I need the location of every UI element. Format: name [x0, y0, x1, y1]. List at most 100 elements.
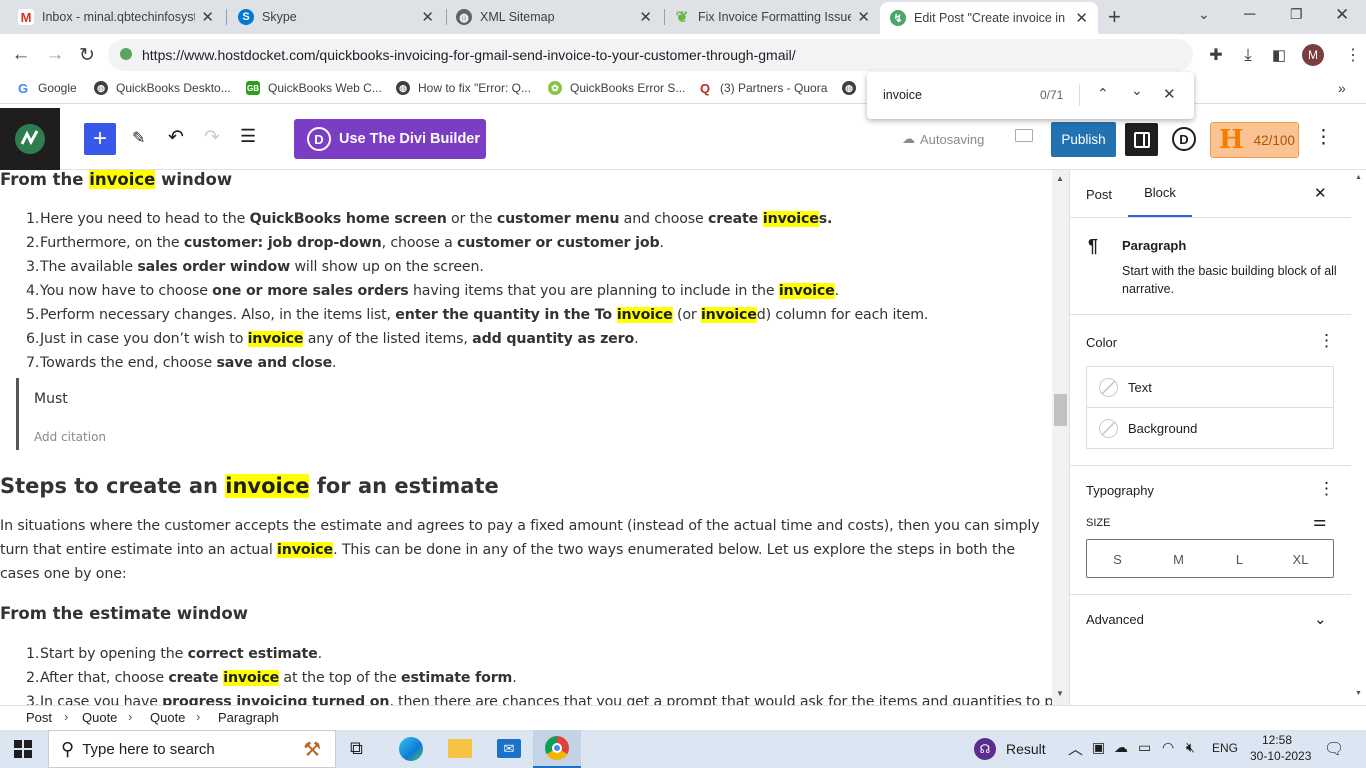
tab-edit-post[interactable]: ↯ Edit Post "Create invoice in Q ✕ [880, 2, 1098, 34]
breadcrumb-quote-inner[interactable]: Quote [150, 710, 185, 725]
bookmarks-overflow-icon[interactable]: » [1338, 80, 1346, 96]
forward-arrow-icon[interactable]: → [42, 42, 68, 68]
paragraph-estimate[interactable]: In situations where the customer accepts… [0, 514, 1052, 586]
tools-pencil-icon[interactable]: ✎ [132, 128, 145, 148]
heading-steps-estimate[interactable]: Steps to create an invoice for an estima… [0, 472, 499, 500]
list-item[interactable]: 4.You now have to choose one or more sal… [26, 279, 928, 303]
clock-date[interactable]: 30-10-2023 [1250, 749, 1311, 763]
scroll-down-icon[interactable]: ▼ [1056, 689, 1064, 698]
chevron-down-icon[interactable]: ⌄ [1314, 610, 1327, 628]
new-tab-plus-icon[interactable]: + [1108, 4, 1121, 30]
restore-icon[interactable]: ❐ [1290, 6, 1303, 23]
size-option-m[interactable]: M [1148, 540, 1209, 578]
address-bar[interactable]: https://www.hostdocket.com/quickbooks-in… [108, 39, 1193, 71]
list-item[interactable]: 2.Furthermore, on the customer: job drop… [26, 231, 928, 255]
divi-builder-button[interactable]: D Use The Divi Builder [294, 119, 486, 159]
minimize-icon[interactable]: ─ [1244, 6, 1255, 24]
breadcrumb-quote[interactable]: Quote [82, 710, 117, 725]
tab-block[interactable]: Block [1128, 170, 1192, 217]
back-arrow-icon[interactable]: ← [8, 42, 34, 68]
find-next-chevron-icon[interactable]: ⌄ [1131, 82, 1143, 99]
language-indicator[interactable]: ENG [1212, 741, 1238, 755]
color-options-icon[interactable]: ⋮ [1318, 331, 1335, 351]
size-option-l[interactable]: L [1209, 540, 1270, 578]
scroll-up-icon[interactable]: ▲ [1355, 174, 1362, 181]
estimate-steps-list[interactable]: 1.Start by opening the correct estimate.… [26, 642, 1052, 705]
bookmark-qb-desktop[interactable]: ◍ QuickBooks Deskto... [94, 81, 231, 95]
profile-avatar[interactable]: M [1302, 44, 1324, 66]
bookmark-google[interactable]: G Google [16, 81, 77, 96]
battery-icon[interactable]: ▭ [1138, 739, 1151, 756]
quote-text[interactable]: Must [34, 391, 68, 407]
wifi-icon[interactable]: ◠ [1162, 739, 1174, 756]
tab-gmail[interactable]: M Inbox - minal.qbtechinfosyst ✕ [8, 0, 224, 34]
download-icon[interactable]: ⤓ [1235, 42, 1261, 68]
invoice-steps-list[interactable]: 1.Here you need to head to the QuickBook… [26, 207, 928, 375]
window-close-icon[interactable]: ✕ [1335, 5, 1349, 25]
reload-icon[interactable]: ↻ [74, 42, 100, 68]
citation-placeholder[interactable]: Add citation [34, 430, 106, 444]
block-inserter-plus-icon[interactable]: + [84, 123, 116, 155]
editor-scrollbar[interactable]: ▲ ▼ [1052, 170, 1069, 705]
heading-from-estimate-window[interactable]: From the estimate window [0, 604, 248, 624]
size-settings-sliders-icon[interactable]: ⚌ [1313, 512, 1326, 530]
site-info-icon[interactable] [120, 48, 132, 60]
settings-sidebar-toggle[interactable] [1125, 123, 1158, 156]
close-sidebar-icon[interactable]: ✕ [1314, 184, 1327, 202]
list-item[interactable]: 2.After that, choose create invoice at t… [26, 666, 1052, 690]
undo-icon[interactable]: ↶ [168, 126, 184, 149]
size-option-s[interactable]: S [1087, 540, 1148, 578]
tab-fix-invoice[interactable]: ❦ Fix Invoice Formatting Issue ✕ [664, 0, 880, 34]
options-menu-icon[interactable]: ⋮ [1314, 126, 1333, 149]
redo-icon[interactable]: ↷ [204, 126, 220, 149]
notifications-icon[interactable]: 🗨︎ [1324, 739, 1344, 759]
color-item-text[interactable]: Text [1087, 367, 1333, 408]
result-label[interactable]: Result [1006, 741, 1046, 757]
divi-settings-icon[interactable]: D [1172, 127, 1196, 151]
task-view-icon[interactable]: ⧉ [350, 738, 363, 759]
list-item[interactable]: 6.Just in case you don’t wish to invoice… [26, 327, 928, 351]
file-explorer-icon[interactable] [448, 739, 472, 758]
list-item[interactable]: 3.The available sales order window will … [26, 255, 928, 279]
seo-score-button[interactable]: H 42/100 [1210, 122, 1299, 158]
close-icon[interactable]: ✕ [857, 8, 870, 26]
tab-search-chevron-icon[interactable]: ⌄ [1198, 6, 1210, 23]
extensions-puzzle-icon[interactable]: ✚ [1203, 42, 1229, 68]
clock-time[interactable]: 12:58 [1262, 733, 1292, 747]
tab-sitemap[interactable]: ◍ XML Sitemap ✕ [446, 0, 662, 34]
tab-skype[interactable]: S Skype ✕ [228, 0, 444, 34]
list-item[interactable]: 5.Perform necessary changes. Also, in th… [26, 303, 928, 327]
scroll-up-icon[interactable]: ▲ [1056, 174, 1064, 183]
edge-icon[interactable] [399, 737, 423, 761]
bookmark-how-to-fix[interactable]: ◍ How to fix "Error: Q... [396, 81, 531, 95]
bookmark-more-site[interactable]: ◍ [842, 81, 864, 95]
onedrive-cloud-icon[interactable]: ☁ [1114, 739, 1128, 756]
typography-options-icon[interactable]: ⋮ [1318, 479, 1335, 499]
bookmark-qb-web[interactable]: GB QuickBooks Web C... [246, 81, 382, 95]
size-option-xl[interactable]: XL [1270, 540, 1331, 578]
bookmark-quora[interactable]: Q (3) Partners - Quora [698, 81, 827, 96]
list-item[interactable]: 1.Here you need to head to the QuickBook… [26, 207, 928, 231]
list-item[interactable]: 3.In case you have progress invoicing tu… [26, 690, 1052, 705]
document-overview-icon[interactable]: ☰ [240, 126, 256, 147]
close-icon[interactable]: ✕ [639, 8, 652, 26]
sidebar-scrollbar[interactable]: ▲ ▼ [1351, 170, 1366, 705]
mail-icon[interactable]: ✉ [497, 739, 521, 758]
editor-canvas[interactable]: From the invoice window 1.Here you need … [0, 170, 1052, 705]
side-panel-icon[interactable]: ◧ [1266, 42, 1292, 68]
tab-post[interactable]: Post [1086, 187, 1112, 202]
close-icon[interactable]: ✕ [201, 8, 214, 26]
heading-from-invoice-window[interactable]: From the invoice window [0, 170, 232, 190]
bookmark-qb-error[interactable]: ✿ QuickBooks Error S... [548, 81, 685, 95]
speaker-muted-icon[interactable]: 🔇︎ [1186, 739, 1195, 756]
close-icon[interactable]: ✕ [1075, 9, 1088, 27]
color-item-background[interactable]: Background [1087, 408, 1333, 449]
list-item[interactable]: 7.Towards the end, choose save and close… [26, 351, 928, 375]
result-app-icon[interactable]: ☊ [974, 738, 996, 760]
scroll-down-icon[interactable]: ▼ [1355, 690, 1362, 697]
find-input[interactable]: invoice [883, 88, 922, 102]
find-previous-chevron-icon[interactable]: ⌄ [1097, 84, 1109, 101]
chrome-menu-icon[interactable]: ⋮ [1340, 42, 1366, 68]
tray-app-icon[interactable]: ▣ [1092, 739, 1105, 756]
publish-button[interactable]: Publish [1051, 122, 1116, 157]
